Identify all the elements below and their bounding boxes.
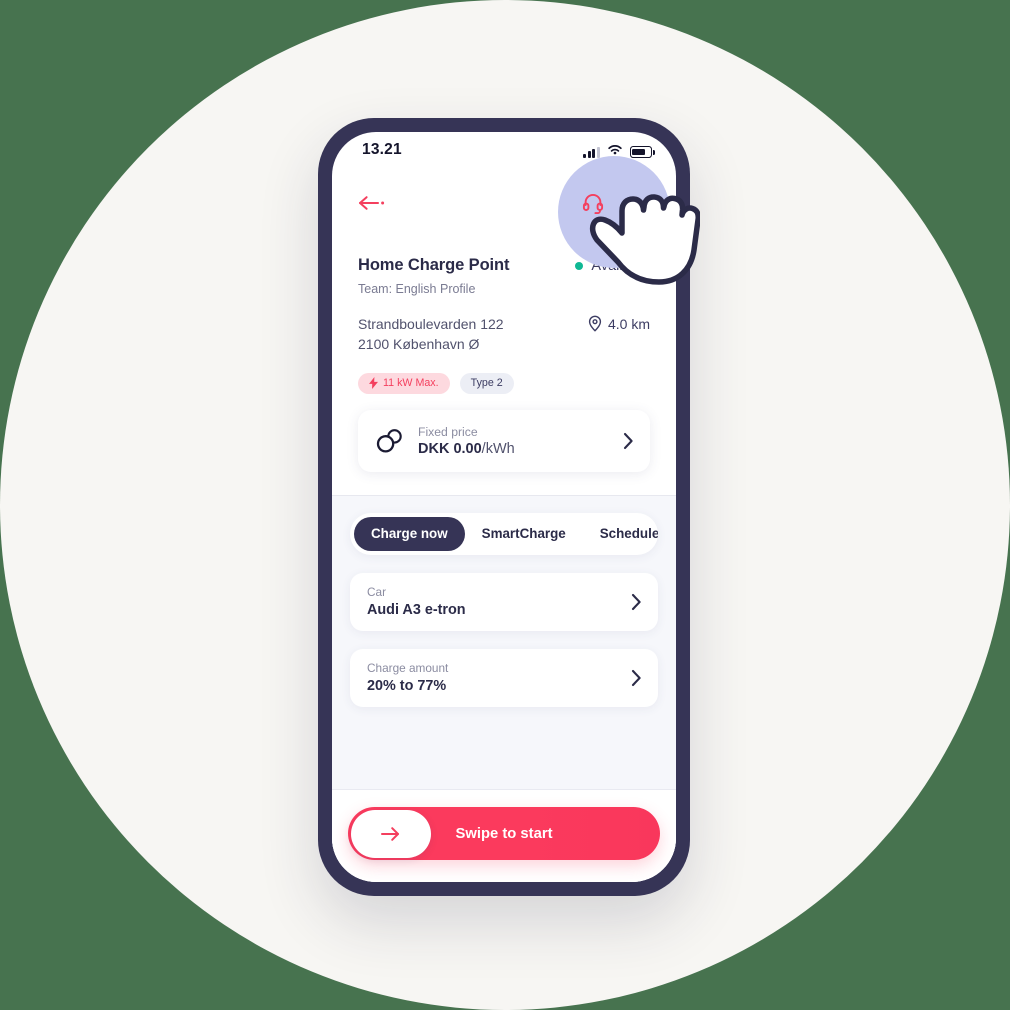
arrow-right-icon bbox=[380, 826, 399, 841]
swipe-footer: Swipe to start bbox=[332, 789, 676, 882]
location-pin-icon bbox=[588, 315, 602, 332]
coins-icon bbox=[373, 428, 407, 454]
car-label: Car bbox=[367, 585, 387, 600]
distance: 4.0 km bbox=[588, 314, 650, 332]
page-title: Home Charge Point bbox=[358, 256, 510, 274]
status-dot-icon bbox=[575, 262, 584, 270]
swipe-to-start-button[interactable]: Swipe to start bbox=[348, 807, 660, 860]
address-row: Strandboulevarden 122 2100 København Ø 4… bbox=[358, 314, 650, 355]
charge-amount-value: 20% to 77% bbox=[367, 677, 447, 694]
team-label: Team: English Profile bbox=[358, 282, 476, 296]
headset-icon bbox=[582, 194, 604, 215]
price-amount: DKK 0.00 bbox=[418, 440, 482, 457]
price-label: Fixed price bbox=[418, 424, 478, 439]
tab-smartcharge[interactable]: SmartCharge bbox=[465, 517, 583, 551]
battery-icon bbox=[630, 146, 655, 158]
support-button[interactable] bbox=[578, 188, 608, 218]
more-options-icon bbox=[629, 200, 649, 206]
lightning-bolt-icon bbox=[369, 377, 378, 390]
chevron-right-icon bbox=[631, 593, 642, 611]
badge-power: 11 kW Max. bbox=[358, 372, 450, 394]
price-text: Fixed price DKK 0.00/kWh bbox=[407, 425, 623, 457]
charge-amount-text: Charge amount 20% to 77% bbox=[367, 661, 631, 694]
phone-screen: 13.21 Home Charge Point Team: English Pr… bbox=[332, 132, 676, 882]
address-line-2: 2100 København Ø bbox=[358, 336, 480, 353]
price-unit: /kWh bbox=[481, 440, 515, 457]
nav-actions bbox=[578, 188, 654, 218]
more-options-button[interactable] bbox=[624, 188, 654, 218]
badge-power-label: 11 kW Max. bbox=[383, 377, 439, 390]
phone-frame: 13.21 Home Charge Point Team: English Pr… bbox=[318, 118, 690, 896]
chevron-right-icon bbox=[631, 669, 642, 687]
signal-bars-icon bbox=[583, 146, 600, 158]
distance-label: 4.0 km bbox=[607, 315, 650, 332]
status-bar-time: 13.21 bbox=[362, 141, 402, 158]
tab-bar: Charge now SmartCharge Schedule bbox=[350, 512, 658, 555]
address: Strandboulevarden 122 2100 København Ø bbox=[358, 314, 504, 355]
address-line-1: Strandboulevarden 122 bbox=[358, 316, 504, 332]
car-text: Car Audi A3 e-tron bbox=[367, 585, 631, 618]
badge-list: 11 kW Max. Type 2 bbox=[358, 372, 650, 394]
chevron-right-icon bbox=[623, 432, 634, 450]
price-value: DKK 0.00/kWh bbox=[418, 441, 623, 457]
swipe-thumb[interactable] bbox=[350, 809, 431, 858]
charge-amount-selector[interactable]: Charge amount 20% to 77% bbox=[350, 648, 658, 707]
swipe-to-start-label: Swipe to start bbox=[455, 825, 553, 842]
car-value: Audi A3 e-tron bbox=[367, 601, 466, 618]
tab-charge-now[interactable]: Charge now bbox=[354, 516, 465, 551]
back-arrow-icon bbox=[359, 196, 385, 210]
badge-type: Type 2 bbox=[459, 372, 514, 394]
price-card[interactable]: Fixed price DKK 0.00/kWh bbox=[358, 409, 650, 472]
badge-type-label: Type 2 bbox=[470, 377, 503, 390]
charge-amount-label: Charge amount bbox=[367, 661, 449, 676]
nav-bar bbox=[332, 156, 676, 268]
tab-schedule[interactable]: Schedule bbox=[583, 517, 658, 551]
back-button[interactable] bbox=[358, 188, 392, 218]
car-selector[interactable]: Car Audi A3 e-tron bbox=[350, 572, 658, 631]
